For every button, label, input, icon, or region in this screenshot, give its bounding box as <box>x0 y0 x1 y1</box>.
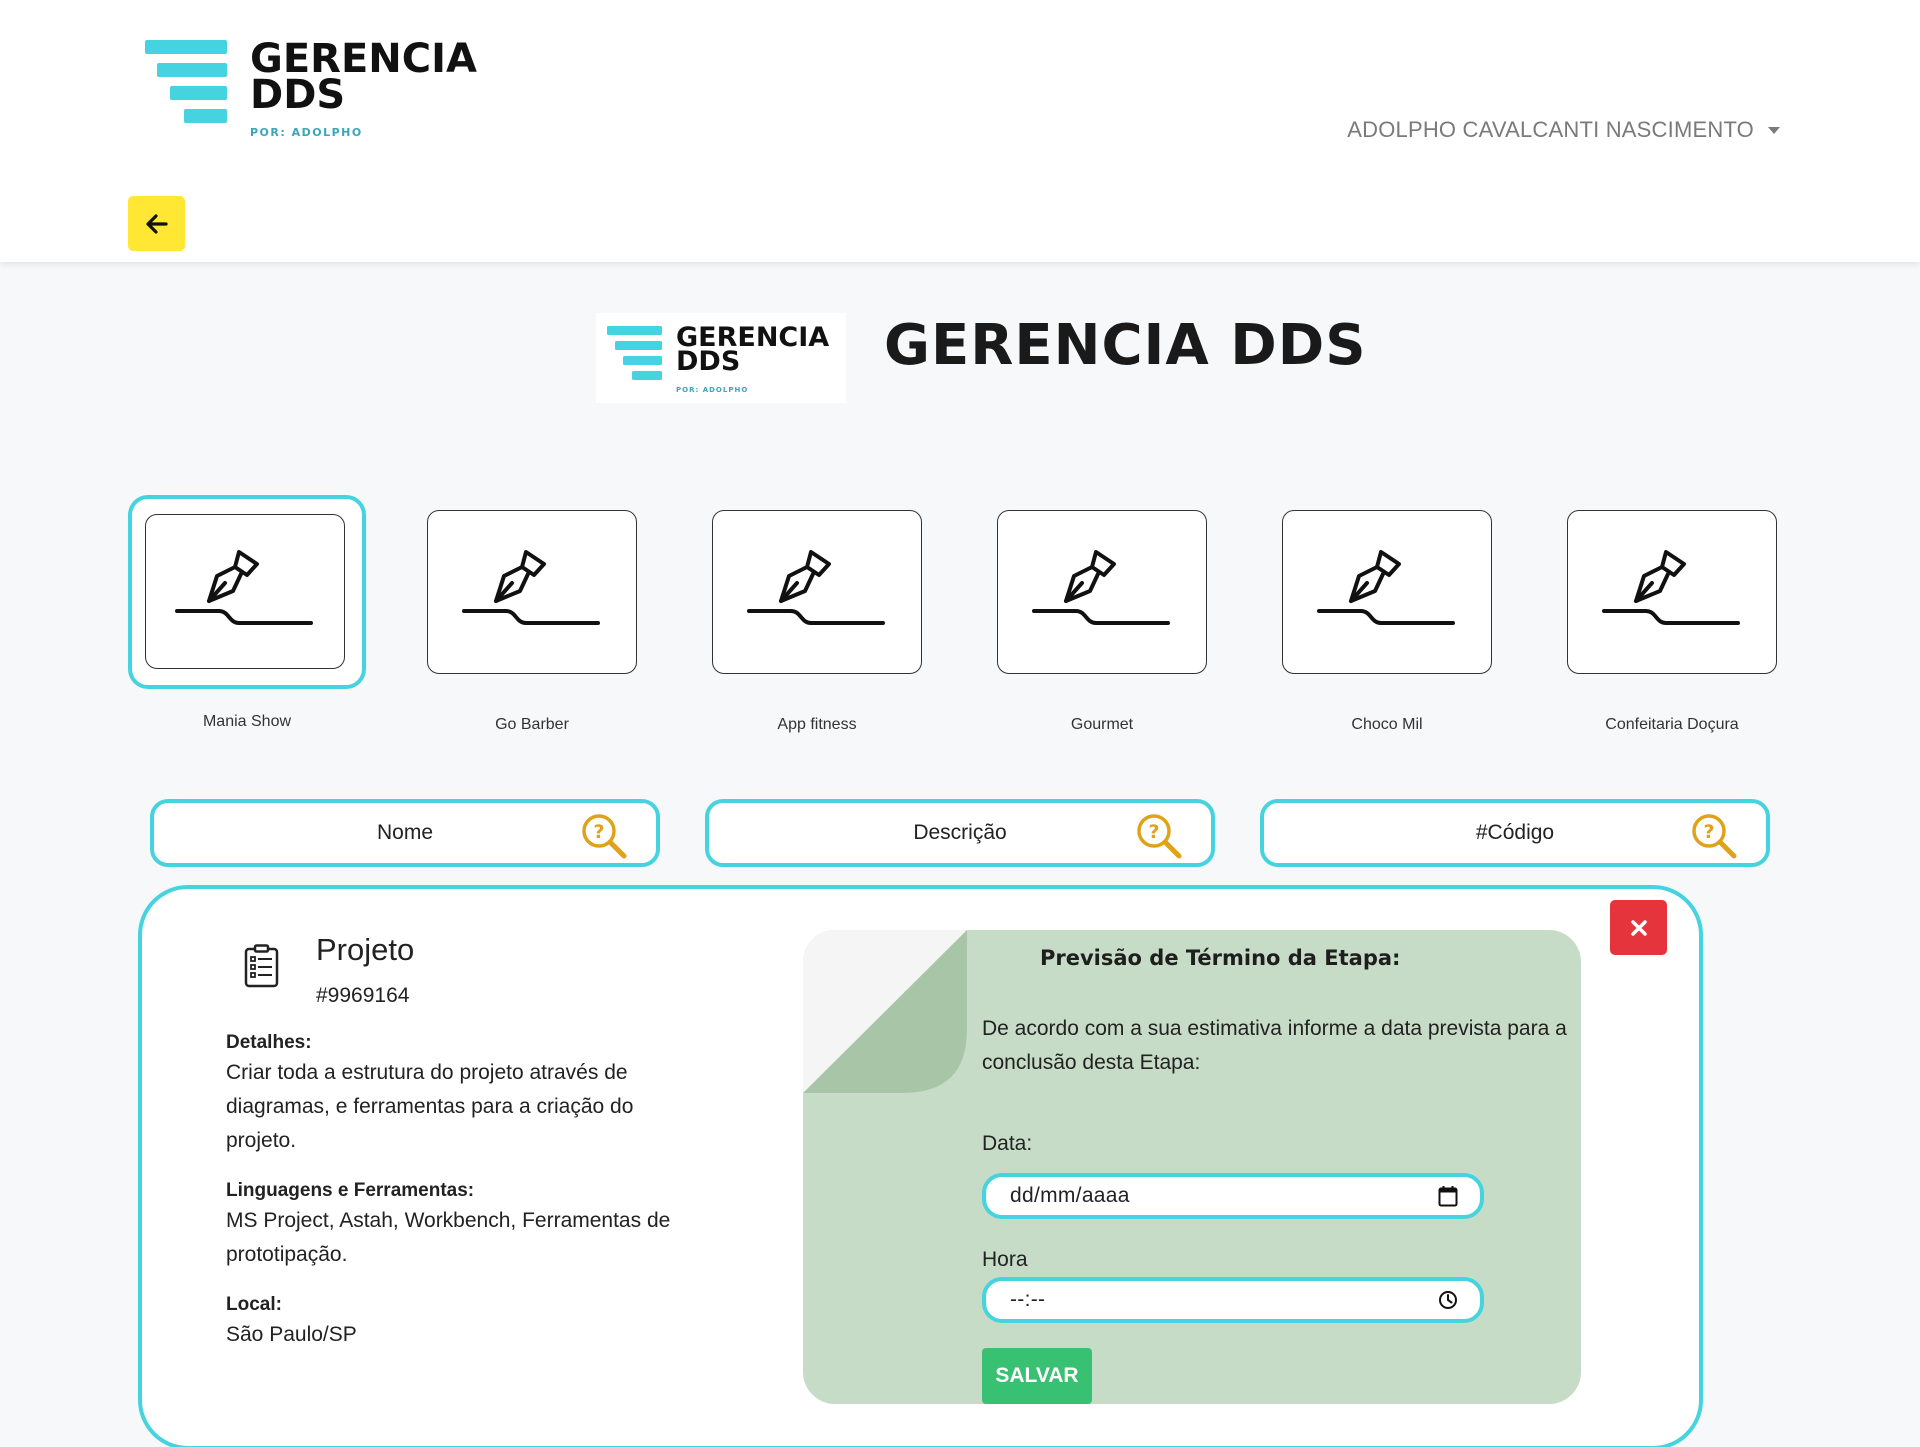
project-card-box <box>1567 510 1777 674</box>
svg-text:?: ? <box>1703 821 1714 843</box>
deadline-note-card <box>803 930 1581 1404</box>
code-search-input[interactable] <box>1335 821 1695 845</box>
project-card-selection-ring <box>128 495 366 689</box>
pen-signature-icon <box>1317 550 1455 625</box>
tools-text: MS Project, Astah, Workbench, Ferramenta… <box>226 1209 671 1266</box>
page-curl-decoration <box>803 930 967 1093</box>
pen-signature-icon <box>462 550 600 625</box>
details-text: Criar toda a estrutura do projeto atravé… <box>226 1061 634 1152</box>
search-icon[interactable]: ? <box>1135 812 1183 860</box>
project-details-section: Detalhes: Criar toda a estrutura do proj… <box>226 1030 706 1158</box>
logo-line2: DDS <box>250 72 345 118</box>
project-card-box <box>1282 510 1492 674</box>
svg-text:?: ? <box>1148 821 1159 843</box>
location-label: Local: <box>226 1294 282 1315</box>
clock-icon[interactable] <box>1438 1290 1458 1310</box>
deadline-title: Previsão de Término da Etapa: <box>1040 946 1401 970</box>
project-tools-section: Linguagens e Ferramentas: MS Project, As… <box>226 1178 706 1272</box>
project-card-box <box>427 510 637 674</box>
search-icon[interactable]: ? <box>1690 812 1738 860</box>
details-label: Detalhes: <box>226 1032 312 1053</box>
project-name: Go Barber <box>495 716 569 733</box>
back-button[interactable] <box>128 196 185 251</box>
page-title: GERENCIA DDS <box>884 313 1367 378</box>
deadline-instructions: De acordo com a sua estimativa informe a… <box>982 1017 1567 1074</box>
user-menu-dropdown[interactable]: ADOLPHO CAVALCANTI NASCIMENTO <box>1347 117 1780 143</box>
project-card-go-barber[interactable]: Go Barber <box>397 490 667 734</box>
project-name: Gourmet <box>1070 716 1134 733</box>
project-name: Choco Mil <box>1351 716 1423 733</box>
time-label: Hora <box>982 1248 1028 1271</box>
project-card-gourmet[interactable]: Gourmet <box>967 490 1237 734</box>
calendar-icon[interactable] <box>1438 1185 1458 1207</box>
date-value: dd/mm/aaaa <box>1010 1184 1130 1207</box>
name-search-input[interactable] <box>225 821 585 845</box>
time-value: --:-- <box>1010 1288 1046 1311</box>
arrow-left-icon <box>145 213 168 234</box>
pen-signature-icon <box>175 549 313 625</box>
project-list: Mania Show Go Barber App fitness Gourmet… <box>0 490 1920 740</box>
project-card-mania-show[interactable]: Mania Show <box>112 490 382 731</box>
project-code: #9969164 <box>316 984 410 1007</box>
brand-logo[interactable]: GERENCIA DDS POR: ADOLPHO <box>142 30 502 145</box>
search-by-name: ? <box>150 799 660 867</box>
svg-text:?: ? <box>593 821 604 843</box>
close-detail-button[interactable] <box>1610 900 1667 955</box>
search-icon[interactable]: ? <box>580 812 628 860</box>
clipboard-icon <box>244 944 279 988</box>
project-card-box <box>145 514 345 669</box>
date-label: Data: <box>982 1132 1033 1155</box>
project-card-app-fitness[interactable]: App fitness <box>682 490 952 734</box>
header-logo-line2: DDS <box>676 346 740 377</box>
project-card-confeitaria-docura[interactable]: Confeitaria Doçura <box>1537 490 1807 734</box>
project-card-box <box>997 510 1207 674</box>
description-search-input[interactable] <box>780 821 1140 845</box>
logo-tagline: POR: ADOLPHO <box>250 126 363 139</box>
save-button[interactable]: SALVAR <box>982 1348 1092 1404</box>
location-text: São Paulo/SP <box>226 1323 357 1346</box>
project-name: Confeitaria Doçura <box>1605 716 1739 733</box>
pen-signature-icon <box>1602 550 1740 625</box>
project-card-box <box>712 510 922 674</box>
pen-signature-icon <box>747 550 885 625</box>
project-name: Mania Show <box>202 713 292 730</box>
time-input[interactable]: --:-- <box>982 1277 1484 1323</box>
header-logo: GERENCIA DDS POR: ADOLPHO <box>596 313 846 403</box>
date-input[interactable]: dd/mm/aaaa <box>982 1173 1484 1219</box>
user-name: ADOLPHO CAVALCANTI NASCIMENTO <box>1347 117 1754 142</box>
project-name: App fitness <box>777 716 857 733</box>
project-heading: Projeto <box>316 932 415 967</box>
project-card-choco-mil[interactable]: Choco Mil <box>1252 490 1522 734</box>
search-by-code: ? <box>1260 799 1770 867</box>
pen-signature-icon <box>1032 550 1170 625</box>
chevron-down-icon <box>1768 126 1780 134</box>
search-by-description: ? <box>705 799 1215 867</box>
tools-label: Linguagens e Ferramentas: <box>226 1180 475 1201</box>
top-navbar: GERENCIA DDS POR: ADOLPHO ADOLPHO CAVALC… <box>0 0 1920 262</box>
header-logo-tagline: POR: ADOLPHO <box>676 386 748 394</box>
close-icon <box>1630 919 1647 936</box>
project-location-section: Local: São Paulo/SP <box>226 1292 706 1352</box>
